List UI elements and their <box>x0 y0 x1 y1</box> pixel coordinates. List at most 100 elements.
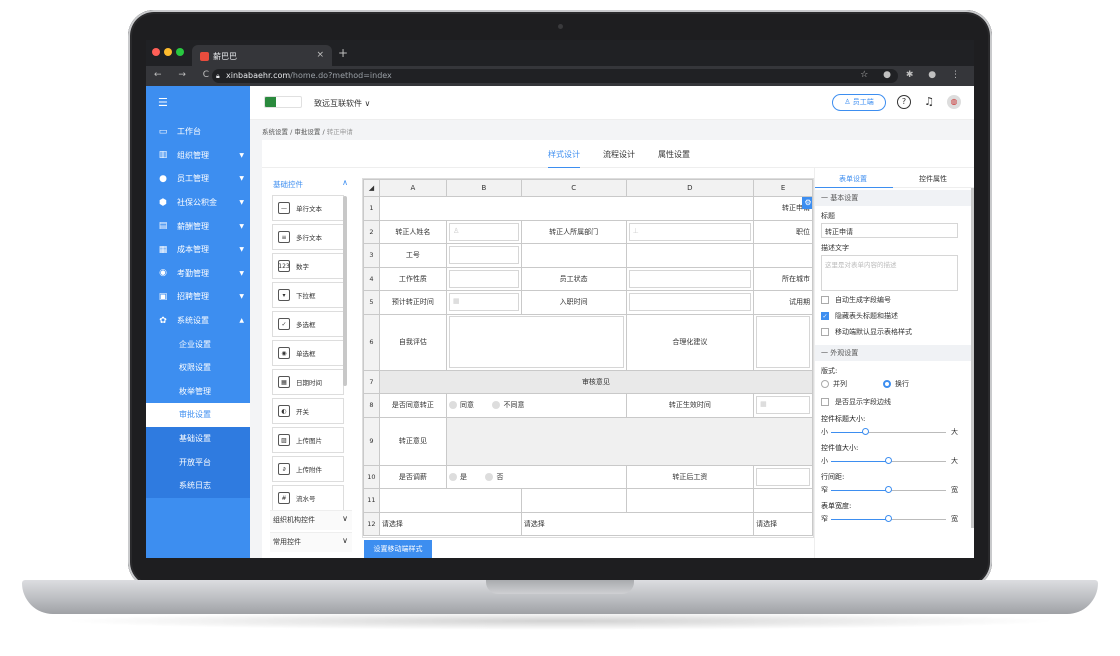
sidebar-item-4[interactable]: ▤ 薪酬管理 ▼ <box>146 214 250 238</box>
basic-controls-header[interactable]: 基础控件 ∧ <box>270 176 352 192</box>
avatar[interactable]: ◍ <box>947 95 961 109</box>
textarea[interactable] <box>448 316 624 368</box>
radio-button[interactable] <box>448 472 457 481</box>
slider-handle[interactable] <box>884 515 892 522</box>
column-header[interactable]: A <box>378 179 447 197</box>
radio-button[interactable] <box>492 401 501 410</box>
control-item[interactable]: ≡ 多行文本 <box>272 224 344 250</box>
tab-style-design[interactable]: 样式设计 <box>548 149 580 168</box>
employee-portal-button[interactable]: ♙ 员工端 <box>832 94 886 111</box>
description-textarea[interactable]: 这里是对表单内容的描述 <box>821 255 958 291</box>
sidebar-subitem-4[interactable]: 基础设置 <box>146 426 250 451</box>
sidebar-subitem-6[interactable]: 系统日志 <box>146 473 250 498</box>
radio-button[interactable] <box>448 401 457 410</box>
slider-handle[interactable] <box>861 428 869 435</box>
sidebar-item-7[interactable]: ▣ 招聘管理 ▼ <box>146 285 250 309</box>
tab-flow-design[interactable]: 流程设计 <box>603 149 635 160</box>
tab-control-properties[interactable]: 控件属性 <box>919 174 947 184</box>
text-input[interactable] <box>628 293 752 312</box>
checkbox[interactable] <box>821 296 829 304</box>
palette-scrollbar[interactable] <box>343 196 347 386</box>
form-cell[interactable] <box>378 196 755 221</box>
tab-close-icon[interactable]: × <box>316 50 324 60</box>
form-cell[interactable] <box>753 488 813 513</box>
text-input[interactable] <box>448 246 519 265</box>
sidebar-item-5[interactable]: ▦ 成本管理 ▼ <box>146 238 250 262</box>
sidebar-item-6[interactable]: ◉ 考勤管理 ▼ <box>146 262 250 286</box>
browser-tab[interactable]: 薪巴巴 × <box>192 45 332 66</box>
sidebar-item-2[interactable]: ● 员工管理 ▼ <box>146 167 250 191</box>
tab-form-settings[interactable]: 表单设置 <box>839 174 867 184</box>
checkbox[interactable] <box>821 398 829 406</box>
sidebar-item-3[interactable]: ⬢ 社保公积金 ▼ <box>146 191 250 215</box>
menu-toggle-icon[interactable]: ☰ <box>146 86 250 120</box>
form-cell[interactable] <box>753 243 813 268</box>
bell-icon[interactable]: ♫ <box>922 95 936 109</box>
size-slider[interactable]: 窄宽 <box>821 484 958 496</box>
maximize-window-button[interactable] <box>176 48 184 56</box>
company-switcher[interactable]: 致远互联软件 ∨ <box>314 98 370 109</box>
collapse-icon[interactable]: ∧ <box>342 178 348 187</box>
sidebar-item-0[interactable]: ▭ 工作台 <box>146 120 250 144</box>
field-input[interactable]: ▦ <box>445 290 522 315</box>
text-input[interactable] <box>756 467 810 486</box>
control-item[interactable]: ▨ 上传图片 <box>272 427 344 453</box>
form-cell[interactable] <box>520 243 627 268</box>
minimize-window-button[interactable] <box>164 48 172 56</box>
close-window-button[interactable] <box>152 48 160 56</box>
control-item[interactable]: ◉ 单选框 <box>272 340 344 366</box>
control-item[interactable]: ◐ 开关 <box>272 398 344 424</box>
border-checkbox-row[interactable]: 是否显示字段边线 <box>815 389 974 409</box>
help-icon[interactable]: ? <box>897 95 911 109</box>
sidebar-item-1[interactable]: ▥ 组织管理 ▼ <box>146 144 250 168</box>
date-picker-icon[interactable]: ▦ <box>448 293 519 312</box>
settings-checkbox-row[interactable]: 自动生成字段编号 <box>815 291 974 307</box>
field-input[interactable] <box>625 290 755 315</box>
sidebar-item-8[interactable]: ✿ 系统设置 ▲ <box>146 309 250 333</box>
nav-buttons[interactable]: ← → C <box>154 70 216 80</box>
settings-checkbox-row[interactable]: 移动端默认显示表格样式 <box>815 323 974 339</box>
radio-group[interactable]: 同意 不同意 <box>445 393 627 418</box>
form-cell[interactable]: 转正申请 ⚙ <box>753 196 813 221</box>
address-bar[interactable]: 🔒︎ xinbabaehr.com/home.do?method=index <box>212 69 898 83</box>
control-item[interactable]: 123 数字 <box>272 253 344 279</box>
gear-icon[interactable]: ⚙ <box>802 197 812 209</box>
control-item[interactable]: ✓ 多选框 <box>272 311 344 337</box>
radio-button-selected[interactable] <box>883 380 891 388</box>
breadcrumb-system-settings[interactable]: 系统设置 <box>262 128 288 136</box>
sidebar-subitem-5[interactable]: 开放平台 <box>146 450 250 474</box>
radio-button[interactable] <box>485 472 494 481</box>
field-input[interactable] <box>445 243 522 268</box>
radio-button[interactable] <box>821 380 829 388</box>
form-cell[interactable] <box>625 488 755 513</box>
org-controls-group[interactable]: 组织机构控件 ∨ <box>270 510 352 530</box>
size-slider[interactable]: 小大 <box>821 426 958 438</box>
select-dropdown[interactable]: 请选择 <box>520 511 755 536</box>
form-cell[interactable] <box>378 488 522 513</box>
field-input[interactable] <box>445 266 522 291</box>
new-tab-button[interactable]: + <box>338 46 348 60</box>
column-header[interactable]: C <box>520 179 627 197</box>
select-dropdown[interactable]: 请选择 <box>753 511 813 536</box>
textarea[interactable] <box>445 416 813 466</box>
layout-radio-group[interactable]: 并列 换行 <box>815 378 974 389</box>
form-cell[interactable] <box>625 243 755 268</box>
browser-tools[interactable]: ☆ ● ✱ ● ⋮ <box>860 70 966 80</box>
control-item[interactable]: # 流水号 <box>272 485 344 511</box>
section-appearance[interactable]: 一 外观设置 <box>815 345 974 361</box>
field-input[interactable] <box>753 313 813 371</box>
checkbox[interactable]: ✓ <box>821 312 829 320</box>
text-input[interactable] <box>628 269 752 288</box>
breadcrumb-approval-settings[interactable]: 审批设置 <box>294 128 320 136</box>
slider-handle[interactable] <box>884 457 892 464</box>
column-header[interactable]: E <box>753 179 813 197</box>
department-picker-icon[interactable]: ⊥ <box>628 222 752 241</box>
control-item[interactable]: — 单行文本 <box>272 195 344 221</box>
tab-property-settings[interactable]: 属性设置 <box>658 149 690 160</box>
column-header[interactable]: D <box>625 179 755 197</box>
textarea[interactable] <box>756 316 810 368</box>
text-input[interactable] <box>448 269 519 288</box>
sidebar-subitem-3[interactable]: 审批设置 <box>146 403 250 427</box>
select-dropdown[interactable]: 请选择 <box>378 511 522 536</box>
title-input[interactable]: 转正申请 <box>821 223 958 238</box>
